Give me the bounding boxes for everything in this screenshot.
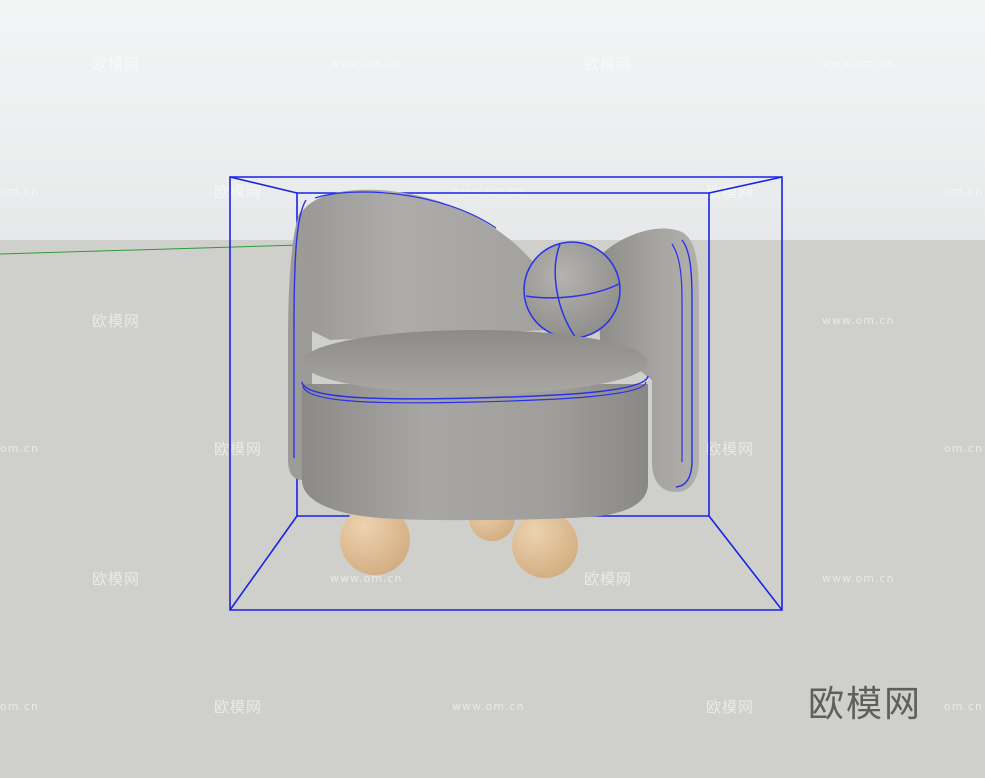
sketchup-viewport[interactable]: 欧模网 www.om.cn 欧模网 www.om.cn om.cn 欧模网 ww… (0, 0, 985, 778)
seat-cushion (301, 330, 649, 521)
brand-logo: 欧模网 (808, 684, 923, 725)
green-axis-line (0, 244, 301, 255)
ball-pillow (523, 241, 621, 339)
model-scene (0, 176, 783, 611)
